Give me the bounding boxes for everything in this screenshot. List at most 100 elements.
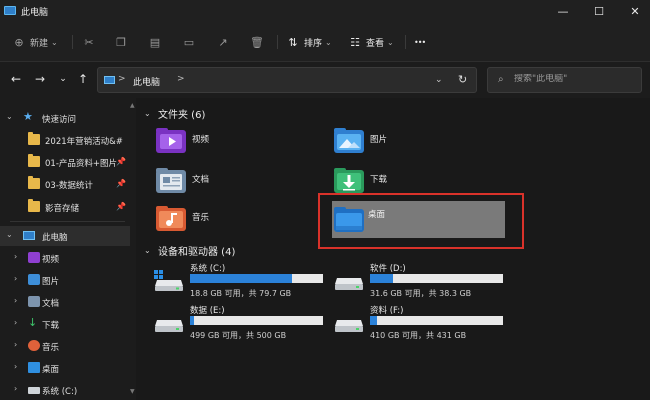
forward-arrow-icon[interactable]: →: [32, 72, 48, 86]
command-bar: ⊕ 新建 ⌄ ✂ ❐ ▤ ▭ ↗ 🗑 ⇅ 排序 ⌄ ☷ 查看 ⌄ •••: [0, 22, 650, 62]
navigation-pane: ⌄ ★ 快速访问 2021年营销活动&# 01-产品资料+图片 📌 03-数据统…: [0, 98, 135, 400]
desktop-folder-icon: [28, 362, 40, 373]
storage-usage-bar: [190, 316, 323, 325]
sidebar-item-quick-access[interactable]: ⌄ ★ 快速访问: [0, 108, 130, 128]
copy-button[interactable]: ❐: [114, 32, 128, 52]
window-title: 此电脑: [21, 8, 49, 18]
folder-tile-pictures[interactable]: 图片: [334, 126, 494, 160]
sidebar-item-label: 03-数据统计: [45, 181, 93, 191]
storage-usage-fill: [190, 316, 194, 325]
chevron-down-icon[interactable]: ⌄: [6, 230, 13, 239]
sidebar-item-label: 快速访问: [42, 115, 77, 125]
chevron-down-icon: ⌄: [325, 37, 332, 47]
chevron-down-icon[interactable]: ⌄: [144, 246, 156, 255]
drives-section-header[interactable]: ⌄ 设备和驱动器 (4): [144, 243, 235, 258]
folder-label: 图片: [370, 135, 388, 145]
chevron-right-icon[interactable]: ›: [14, 362, 17, 371]
drive-name: 资料 (F:): [370, 306, 404, 316]
folder-label: 视频: [192, 135, 210, 145]
share-button[interactable]: ↗: [216, 32, 230, 52]
up-arrow-icon[interactable]: ↑: [75, 72, 91, 86]
minimize-button[interactable]: —: [546, 0, 580, 22]
chevron-right-icon[interactable]: ›: [14, 340, 17, 349]
sort-button[interactable]: ⇅ 排序 ⌄: [286, 32, 332, 52]
address-bar[interactable]: > 此电脑 > ⌄ ↻: [97, 67, 477, 93]
sidebar-item-pinned-folder[interactable]: 2021年营销活动&#: [0, 130, 130, 150]
drive-icon: [334, 270, 364, 292]
chevron-right-icon[interactable]: ›: [14, 384, 17, 393]
folder-tile-music[interactable]: 音乐: [156, 204, 316, 238]
sidebar-item-drive-c[interactable]: › 系统 (C:): [0, 380, 130, 400]
sidebar-item-pictures[interactable]: › 图片: [0, 270, 130, 290]
sidebar-item-this-pc[interactable]: ⌄ 此电脑: [0, 226, 130, 246]
sidebar-item-label: 01-产品资料+图片: [45, 159, 118, 169]
drive-tile-e[interactable]: 数据 (E:) 499 GB 可用，共 500 GB: [154, 304, 329, 344]
sidebar-item-label: 文档: [42, 299, 60, 309]
clipboard-icon: ▤: [149, 35, 161, 49]
highlight-annotation-box: [318, 193, 524, 249]
sidebar-item-label: 音乐: [42, 343, 60, 353]
pin-icon: 📌: [116, 202, 126, 211]
rename-icon: ▭: [183, 35, 195, 49]
folder-tile-documents[interactable]: 文档: [156, 166, 316, 200]
drive-tile-d[interactable]: 软件 (D:) 31.6 GB 可用，共 38.3 GB: [334, 262, 509, 302]
windows-drive-icon: [154, 270, 184, 292]
downloads-folder-icon: [334, 168, 364, 194]
chevron-right-icon[interactable]: ›: [14, 252, 17, 261]
pictures-folder-icon: [28, 274, 40, 285]
folder-icon: [28, 154, 40, 167]
sidebar-item-pinned-folder[interactable]: 03-数据统计 📌: [0, 174, 130, 194]
scroll-down-arrow-icon[interactable]: ▼: [130, 388, 135, 395]
sidebar-item-documents[interactable]: › 文档: [0, 292, 130, 312]
view-button[interactable]: ☷ 查看 ⌄: [348, 32, 394, 52]
sidebar-item-videos[interactable]: › 视频: [0, 248, 130, 268]
sidebar-item-desktop[interactable]: › 桌面: [0, 358, 130, 378]
chevron-down-icon[interactable]: ⌄: [144, 109, 156, 118]
sidebar-scrollbar[interactable]: ▲ ▼: [130, 98, 135, 398]
close-button[interactable]: ✕: [618, 0, 650, 22]
pictures-folder-icon: [334, 128, 364, 154]
search-box[interactable]: ⌕: [487, 67, 642, 93]
back-arrow-icon[interactable]: ←: [8, 72, 24, 86]
storage-usage-fill: [190, 274, 292, 283]
chevron-right-icon[interactable]: ›: [14, 274, 17, 283]
cut-button[interactable]: ✂: [82, 32, 96, 52]
maximize-button[interactable]: ☐: [582, 0, 616, 22]
drive-name: 数据 (E:): [190, 306, 225, 316]
drive-free-space: 410 GB 可用，共 431 GB: [370, 331, 467, 340]
view-icon: ☷: [350, 35, 360, 49]
drive-tile-c[interactable]: 系统 (C:) 18.8 GB 可用，共 79.7 GB: [154, 262, 329, 302]
sidebar-item-label: 2021年营销活动&#: [45, 137, 123, 147]
paste-button[interactable]: ▤: [148, 32, 162, 52]
sidebar-item-label: 视频: [42, 255, 60, 265]
chevron-down-icon[interactable]: ⌄: [6, 112, 13, 121]
video-folder-icon: [156, 128, 186, 154]
storage-usage-bar: [190, 274, 323, 283]
rename-button[interactable]: ▭: [182, 32, 196, 52]
drive-tile-f[interactable]: 资料 (F:) 410 GB 可用，共 431 GB: [334, 304, 509, 344]
sort-icon: ⇅: [288, 35, 298, 49]
sidebar-item-downloads[interactable]: › ↓ 下载: [0, 314, 130, 334]
chevron-right-icon[interactable]: ›: [14, 318, 17, 327]
sidebar-item-pinned-folder[interactable]: 01-产品资料+图片 📌: [0, 152, 130, 172]
documents-folder-icon: [28, 296, 40, 307]
sidebar-item-label: 下载: [42, 321, 60, 331]
toolbar-divider: [72, 35, 73, 49]
refresh-icon[interactable]: ↻: [458, 73, 467, 86]
breadcrumb-this-pc[interactable]: 此电脑: [133, 75, 160, 88]
folder-tile-videos[interactable]: 视频: [156, 126, 316, 160]
chevron-right-icon[interactable]: ›: [14, 296, 17, 305]
scroll-up-arrow-icon[interactable]: ▲: [130, 102, 135, 109]
delete-button[interactable]: 🗑: [250, 32, 264, 52]
sidebar-item-pinned-folder[interactable]: 影音存储 📌: [0, 197, 130, 217]
recent-locations-chevron-icon[interactable]: ⌄: [55, 74, 71, 84]
drive-icon: [334, 312, 364, 334]
new-button[interactable]: ⊕ 新建 ⌄: [12, 32, 57, 52]
sidebar-item-music[interactable]: › 音乐: [0, 336, 130, 356]
folders-section-header[interactable]: ⌄ 文件夹 (6): [144, 106, 205, 121]
address-dropdown-icon[interactable]: ⌄: [435, 75, 443, 85]
video-folder-icon: [28, 252, 40, 263]
music-folder-icon: [28, 340, 40, 351]
search-input[interactable]: [514, 74, 634, 84]
more-options-button[interactable]: •••: [414, 32, 426, 52]
